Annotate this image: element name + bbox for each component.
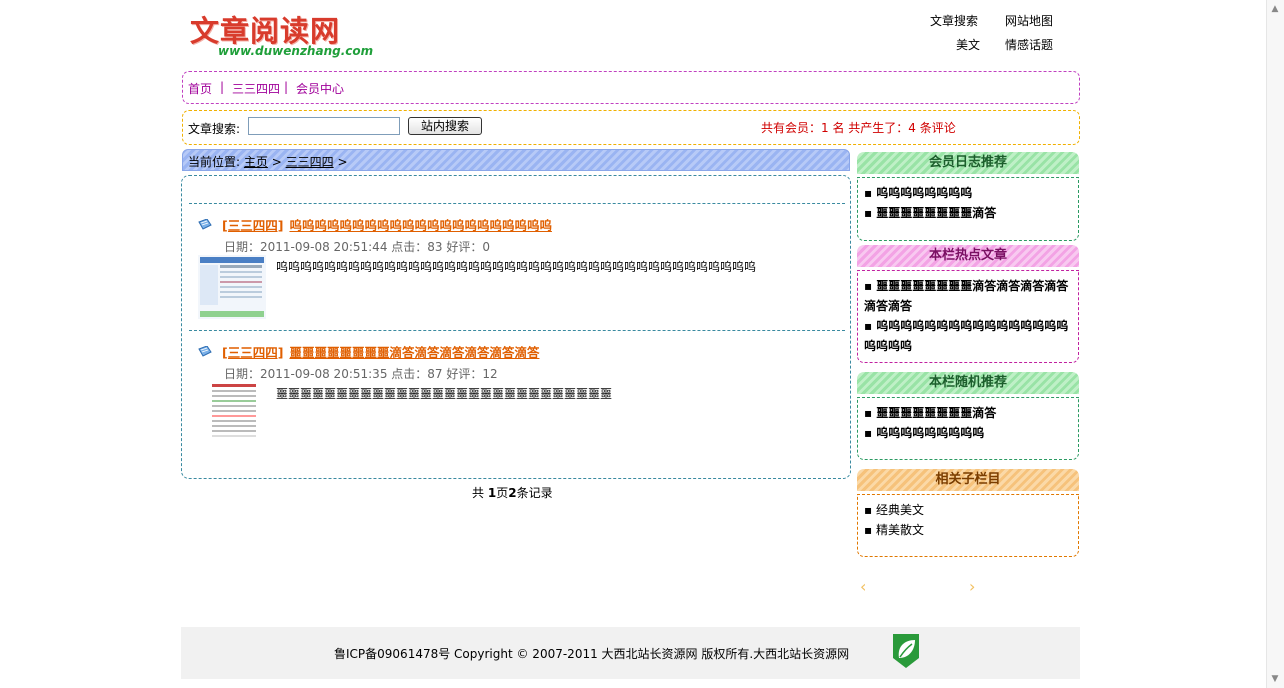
top-link-meiwen[interactable]: 美文 bbox=[956, 36, 980, 53]
logo-url: www.duwenzhang.com bbox=[218, 44, 374, 58]
nav-category-link[interactable]: 三三四四 bbox=[232, 80, 280, 97]
panel-link[interactable]: ▪ 噩噩噩噩噩噩噩噩滴答 bbox=[864, 203, 1072, 223]
leaf-badge-icon[interactable] bbox=[891, 632, 921, 670]
article-category-link[interactable]: [三三四四] bbox=[222, 218, 283, 233]
search-label: 文章搜索: bbox=[188, 122, 241, 136]
nav-bar: 首页 | 三三四四 | 会员中心 bbox=[182, 71, 1080, 104]
breadcrumb-category-link[interactable]: 三三四四 bbox=[286, 155, 334, 169]
article-title-link[interactable]: 呜呜呜呜呜呜呜呜呜呜呜呜呜呜呜呜呜呜呜呜呜 bbox=[289, 218, 552, 233]
panel-title: 本栏随机推荐 bbox=[857, 372, 1079, 394]
site-search-button[interactable]: 站内搜索 bbox=[408, 117, 482, 135]
article-category-link[interactable]: [三三四四] bbox=[222, 345, 283, 360]
footer-copyright: 鲁ICP备09061478号 Copyright © 2007-2011 大西北… bbox=[334, 647, 850, 661]
nav-member-center-link[interactable]: 会员中心 bbox=[296, 80, 344, 97]
panel-link[interactable]: ▪ 噩噩噩噩噩噩噩噩滴答 bbox=[864, 403, 1072, 423]
search-input[interactable] bbox=[248, 117, 400, 135]
article-thumbnail[interactable] bbox=[198, 382, 266, 446]
pager-record-count: 2 bbox=[508, 486, 517, 500]
footer: 鲁ICP备09061478号 Copyright © 2007-2011 大西北… bbox=[181, 627, 1080, 679]
breadcrumb: 当前位置: 主页 > 三三四四 > bbox=[182, 149, 850, 171]
panel-link[interactable]: ▪ 噩噩噩噩噩噩噩噩滴答滴答滴答滴答滴答滴答 bbox=[864, 276, 1072, 316]
member-blog-panel: 会员日志推荐 ▪ 呜呜呜呜呜呜呜呜 ▪ 噩噩噩噩噩噩噩噩滴答 bbox=[857, 152, 1079, 241]
scroll-up-icon[interactable]: ▲ bbox=[1270, 4, 1280, 14]
article-title-link[interactable]: 噩噩噩噩噩噩噩噩滴答滴答滴答滴答滴答滴答 bbox=[289, 345, 539, 360]
article-list: [三三四四] 呜呜呜呜呜呜呜呜呜呜呜呜呜呜呜呜呜呜呜呜呜 日期：2011-09-0… bbox=[181, 175, 851, 479]
pager-text: 共 bbox=[472, 486, 488, 500]
document-icon bbox=[198, 346, 212, 357]
top-link-emotion[interactable]: 情感话题 bbox=[1005, 36, 1053, 53]
article-thumbnail[interactable] bbox=[198, 255, 266, 319]
scroll-down-icon[interactable]: ▼ bbox=[1270, 674, 1280, 684]
site-stats: 共有会员：1 名 共产生了：4 条评论 bbox=[761, 121, 956, 135]
subcategory-link[interactable]: ▪ 经典美文 bbox=[864, 500, 1072, 520]
panel-title: 相关子栏目 bbox=[857, 469, 1079, 491]
subcategory-link[interactable]: ▪ 精美散文 bbox=[864, 520, 1072, 540]
panel-link[interactable]: ▪ 呜呜呜呜呜呜呜呜 bbox=[864, 183, 1072, 203]
breadcrumb-home-link[interactable]: 主页 bbox=[244, 155, 268, 169]
article-meta: 日期：2011-09-08 20:51:35 点击：87 好评：12 bbox=[224, 367, 498, 381]
top-link-sitemap[interactable]: 网站地图 bbox=[1005, 12, 1053, 29]
pagination-summary: 共 1页2条记录 bbox=[472, 484, 553, 501]
article-excerpt: 噩噩噩噩噩噩噩噩噩噩噩噩噩噩噩噩噩噩噩噩噩噩噩噩噩噩噩噩 bbox=[276, 387, 613, 401]
article-excerpt: 呜呜呜呜呜呜呜呜呜呜呜呜呜呜呜呜呜呜呜呜呜呜呜呜呜呜呜呜呜呜呜呜呜呜呜呜呜呜呜呜 bbox=[276, 260, 757, 274]
chevron-left-icon[interactable]: ‹ bbox=[860, 577, 866, 596]
random-recommend-panel: 本栏随机推荐 ▪ 噩噩噩噩噩噩噩噩滴答 ▪ 呜呜呜呜呜呜呜呜呜 bbox=[857, 372, 1079, 460]
panel-link[interactable]: ▪ 呜呜呜呜呜呜呜呜呜呜呜呜呜呜呜呜呜呜呜呜 bbox=[864, 316, 1072, 356]
pager-text: 条记录 bbox=[516, 486, 553, 500]
pager-text: 页 bbox=[496, 486, 509, 500]
document-icon bbox=[198, 219, 212, 230]
panel-title: 会员日志推荐 bbox=[857, 152, 1079, 174]
vertical-scrollbar[interactable]: ▲ ▼ bbox=[1266, 0, 1284, 688]
nav-home-link[interactable]: 首页 bbox=[188, 80, 212, 97]
search-bar: 文章搜索: 站内搜索 共有会员：1 名 共产生了：4 条评论 bbox=[182, 110, 1080, 145]
panel-title: 本栏热点文章 bbox=[857, 245, 1079, 267]
breadcrumb-arrow: > bbox=[271, 155, 282, 169]
nav-separator: | bbox=[284, 80, 289, 94]
top-link-article-search[interactable]: 文章搜索 bbox=[930, 12, 978, 29]
pager-page-count: 1 bbox=[487, 486, 497, 500]
subcategory-panel: 相关子栏目 ▪ 经典美文 ▪ 精美散文 bbox=[857, 469, 1079, 557]
page: 文章阅读网 www.duwenzhang.com 文章搜索 网站地图 美文 情感… bbox=[0, 0, 1266, 688]
site-logo[interactable]: 文章阅读网 www.duwenzhang.com bbox=[190, 8, 374, 64]
scroller-arrows: ‹ › bbox=[858, 577, 983, 596]
chevron-right-icon[interactable]: › bbox=[969, 577, 975, 596]
nav-separator: | bbox=[220, 80, 225, 94]
panel-link[interactable]: ▪ 呜呜呜呜呜呜呜呜呜 bbox=[864, 423, 1072, 443]
breadcrumb-prefix: 当前位置: bbox=[188, 155, 241, 169]
hot-articles-panel: 本栏热点文章 ▪ 噩噩噩噩噩噩噩噩滴答滴答滴答滴答滴答滴答 ▪ 呜呜呜呜呜呜呜呜… bbox=[857, 245, 1079, 363]
breadcrumb-arrow: > bbox=[337, 155, 348, 169]
article-meta: 日期：2011-09-08 20:51:44 点击：83 好评：0 bbox=[224, 240, 490, 254]
